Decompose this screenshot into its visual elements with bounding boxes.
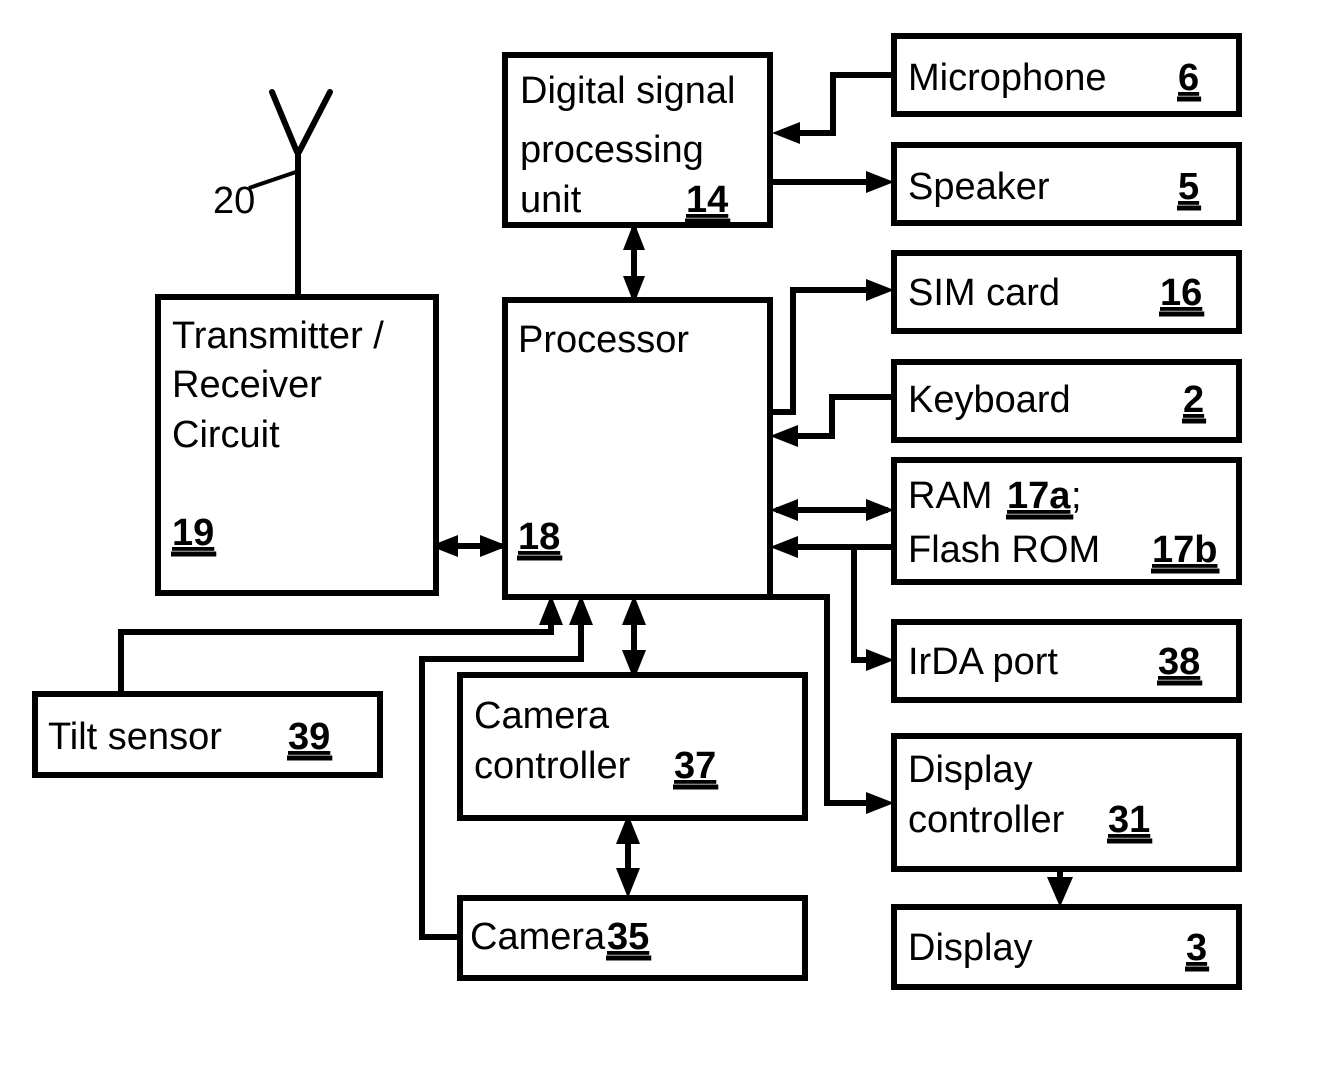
wire-processor-to-sim-card bbox=[770, 279, 894, 415]
tilt-sensor-reference-number: 39 bbox=[288, 716, 330, 758]
memory-label-flash: Flash ROM bbox=[908, 529, 1100, 571]
memory-reference-number-flash: 17b bbox=[1152, 529, 1217, 571]
dsp-reference-number: 14 bbox=[686, 179, 728, 221]
dsp-label-line2: processing bbox=[520, 129, 704, 171]
transceiver-reference-number: 19 bbox=[172, 512, 214, 554]
transceiver-label-line3: Circuit bbox=[172, 414, 280, 456]
memory-separator: ; bbox=[1071, 475, 1082, 517]
block-memory[interactable]: RAM 17a ; Flash ROM 17b bbox=[891, 457, 1242, 585]
block-diagram-canvas: Digital signal processing unit 14 Microp… bbox=[0, 0, 1341, 1072]
sim-card-reference-number: 16 bbox=[1160, 272, 1202, 314]
block-digital-signal-processing-unit[interactable]: Digital signal processing unit 14 bbox=[502, 52, 773, 228]
block-processor[interactable]: Processor 18 bbox=[502, 297, 773, 600]
display-controller-label-line2: controller bbox=[908, 799, 1065, 841]
schematic-figure: Digital signal processing unit 14 Microp… bbox=[32, 33, 1242, 990]
wire-microphone-to-dsp bbox=[772, 72, 894, 144]
tilt-sensor-label: Tilt sensor bbox=[48, 716, 222, 758]
sim-card-label: SIM card bbox=[908, 272, 1060, 314]
processor-label: Processor bbox=[518, 319, 689, 361]
wire-processor-to-memory bbox=[770, 499, 894, 521]
block-irda-port[interactable]: IrDA port 38 bbox=[891, 619, 1242, 703]
transceiver-label-line2: Receiver bbox=[172, 364, 322, 406]
processor-reference-number: 18 bbox=[518, 516, 560, 558]
camera-controller-reference-number: 37 bbox=[674, 745, 716, 787]
speaker-reference-number: 5 bbox=[1178, 166, 1199, 208]
wire-dsp-to-processor bbox=[623, 222, 645, 304]
memory-label-ram: RAM bbox=[908, 475, 992, 517]
irda-port-label: IrDA port bbox=[908, 641, 1058, 683]
display-label: Display bbox=[908, 927, 1033, 969]
microphone-label: Microphone bbox=[908, 57, 1107, 99]
dsp-label-line1: Digital signal bbox=[520, 70, 735, 112]
block-sim-card[interactable]: SIM card 16 bbox=[891, 250, 1242, 334]
wire-camera-controller-to-camera bbox=[616, 814, 640, 898]
memory-reference-number-ram: 17a bbox=[1007, 475, 1071, 517]
block-keyboard[interactable]: Keyboard 2 bbox=[891, 359, 1242, 443]
keyboard-label: Keyboard bbox=[908, 379, 1071, 421]
dsp-label-line3: unit bbox=[520, 179, 582, 221]
antenna-reference-number: 20 bbox=[213, 180, 255, 222]
irda-port-reference-number: 38 bbox=[1158, 641, 1200, 683]
display-controller-label-line1: Display bbox=[908, 749, 1033, 791]
wire-display-controller-to-display bbox=[1047, 869, 1073, 907]
display-reference-number: 3 bbox=[1186, 927, 1207, 969]
wire-transceiver-to-processor bbox=[430, 535, 508, 557]
wire-memory-to-processor-and-irda bbox=[770, 536, 894, 671]
block-display[interactable]: Display 3 bbox=[891, 904, 1242, 990]
camera-reference-number: 35 bbox=[607, 916, 649, 958]
camera-controller-label-line1: Camera bbox=[474, 695, 610, 737]
keyboard-reference-number: 2 bbox=[1183, 379, 1204, 421]
wire-processor-to-camera-controller bbox=[622, 595, 646, 680]
speaker-label: Speaker bbox=[908, 166, 1050, 208]
block-tilt-sensor[interactable]: Tilt sensor 39 bbox=[32, 691, 383, 778]
block-transmitter-receiver-circuit[interactable]: Transmitter / Receiver Circuit 19 bbox=[155, 294, 439, 596]
antenna-leader-line bbox=[248, 170, 297, 190]
block-camera[interactable]: Camera 35 bbox=[457, 895, 808, 981]
block-microphone[interactable]: Microphone 6 bbox=[891, 33, 1242, 117]
camera-controller-label-line2: controller bbox=[474, 745, 631, 787]
block-display-controller[interactable]: Display controller 31 bbox=[891, 733, 1242, 872]
camera-label: Camera bbox=[470, 916, 606, 958]
wire-dsp-to-speaker bbox=[770, 171, 894, 193]
block-camera-controller[interactable]: Camera controller 37 bbox=[457, 672, 808, 821]
transceiver-label-line1: Transmitter / bbox=[172, 315, 384, 357]
antenna-symbol bbox=[269, 89, 333, 300]
block-speaker[interactable]: Speaker 5 bbox=[891, 142, 1242, 226]
display-controller-reference-number: 31 bbox=[1108, 799, 1150, 841]
microphone-reference-number: 6 bbox=[1178, 57, 1199, 99]
wire-keyboard-to-processor bbox=[770, 394, 894, 447]
